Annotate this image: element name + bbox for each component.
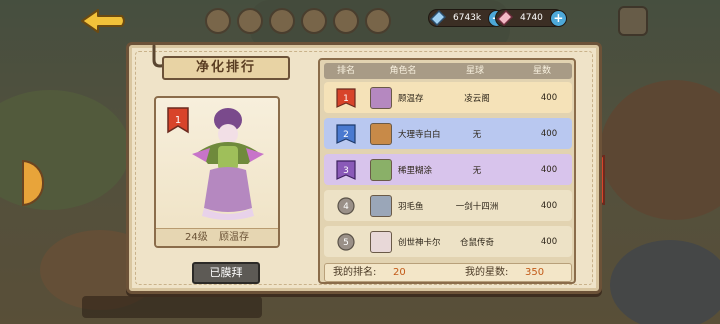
my-ranking-bar: 我的排名: 20 我的星数: 350	[324, 263, 572, 282]
player-cell-4: 羽毛鱼	[368, 194, 438, 217]
rank-badge-4: 4	[324, 190, 368, 221]
rank-number-2: 2	[343, 130, 349, 140]
player-stars-4: 400	[540, 200, 558, 211]
resource-counter-2: 4740 +	[495, 9, 567, 27]
table-row-4[interactable]: 4 羽毛鱼 一剑十四洲 400	[324, 190, 572, 221]
rank-number-4: 4	[343, 202, 349, 212]
player-avatar	[370, 230, 392, 253]
player-cell-3: 稀里糊涂	[368, 158, 438, 181]
player-planet-4: 一剑十四洲	[455, 201, 499, 212]
player-name-3: 稀里糊涂	[398, 165, 433, 176]
resource-value-2: 4740	[520, 13, 543, 23]
player-stars-1: 400	[540, 92, 558, 103]
resource-value-1: 6743k	[453, 13, 482, 23]
menu-icon-2[interactable]	[237, 8, 263, 34]
menu-icon-5[interactable]	[333, 8, 359, 34]
table-row-5[interactable]: 5 创世神卡尔 仓鼠传奇 400	[324, 226, 572, 257]
rank-number-1: 1	[343, 94, 349, 104]
player-avatar	[370, 194, 392, 217]
my-stars-label: 我的星数:	[465, 267, 509, 278]
settings-button[interactable]	[618, 6, 648, 36]
header-name: 角色名	[389, 66, 417, 76]
player-cell-1: 顾温存	[368, 86, 438, 109]
player-name-4: 羽毛鱼	[398, 201, 424, 212]
top-player-name: 顾温存	[218, 232, 249, 243]
player-planet-1: 凌云阁	[464, 93, 490, 104]
my-stars-value: 350	[525, 267, 545, 278]
player-cell-2: 大理寺白白	[368, 122, 441, 145]
table-header: 排名 角色名 星球 星数	[324, 63, 572, 79]
chat-bar[interactable]	[82, 296, 262, 318]
rank-badge-2: 2	[324, 118, 368, 149]
top-player-label: 24级 顾温存	[156, 228, 278, 246]
character-portrait	[192, 108, 264, 220]
player-avatar	[370, 86, 392, 109]
player-name-5: 创世神卡尔	[398, 237, 441, 248]
rank-1-badge-icon: 1	[336, 87, 356, 108]
crystal-pink-icon	[496, 9, 514, 27]
top-player-level: 24级	[185, 232, 208, 243]
panel-title: 净化排行	[162, 56, 290, 80]
header-stars: 星数	[532, 66, 551, 76]
ranking-table: 排名 角色名 星球 星数 1 顾温存 凌云阁 400 2 大理寺白白 无 400…	[318, 58, 576, 284]
player-name-1: 顾温存	[398, 93, 424, 104]
player-avatar	[370, 122, 392, 145]
menu-icon-1[interactable]	[205, 8, 231, 34]
rank-badge-1: 1	[324, 82, 368, 113]
resource-counter-1: 6743k +	[428, 9, 506, 27]
player-cell-5: 创世神卡尔	[368, 230, 441, 253]
add-resource-2-button[interactable]: +	[549, 10, 567, 27]
menu-icon-6[interactable]	[365, 8, 391, 34]
rank-2-badge-icon: 2	[336, 123, 356, 144]
worship-button[interactable]: 已膜拜	[192, 262, 260, 284]
rank-number-3: 3	[343, 166, 349, 176]
player-planet-3: 无	[472, 165, 482, 176]
hud-menu-icons	[205, 8, 391, 34]
rank-5-circle-icon: 5	[337, 232, 355, 251]
table-row-1[interactable]: 1 顾温存 凌云阁 400	[324, 82, 572, 113]
crystal-icon	[429, 9, 447, 27]
table-row-2[interactable]: 2 大理寺白白 无 400	[324, 118, 572, 149]
player-stars-3: 400	[540, 164, 558, 175]
player-avatar	[370, 158, 392, 181]
my-rank-label: 我的排名:	[333, 267, 377, 278]
rank-4-circle-icon: 4	[337, 196, 355, 215]
menu-icon-4[interactable]	[301, 8, 327, 34]
player-name-2: 大理寺白白	[398, 129, 441, 140]
player-planet-5: 仓鼠传奇	[459, 237, 494, 248]
my-rank-value: 20	[393, 267, 406, 278]
player-planet-2: 无	[472, 129, 482, 140]
menu-icon-3[interactable]	[269, 8, 295, 34]
table-row-3[interactable]: 3 稀里糊涂 无 400	[324, 154, 572, 185]
player-stars-5: 400	[540, 236, 558, 247]
back-arrow-icon[interactable]	[78, 6, 128, 36]
rank-3-badge-icon: 3	[336, 159, 356, 180]
rank-badge-3: 3	[324, 154, 368, 185]
rank-number-5: 5	[343, 238, 349, 248]
header-rank: 排名	[336, 66, 355, 76]
top-player-card: 1 24级 顾温存	[154, 96, 280, 248]
rank-badge-5: 5	[324, 226, 368, 257]
header-planet: 星球	[465, 66, 484, 76]
player-stars-2: 400	[540, 128, 558, 139]
